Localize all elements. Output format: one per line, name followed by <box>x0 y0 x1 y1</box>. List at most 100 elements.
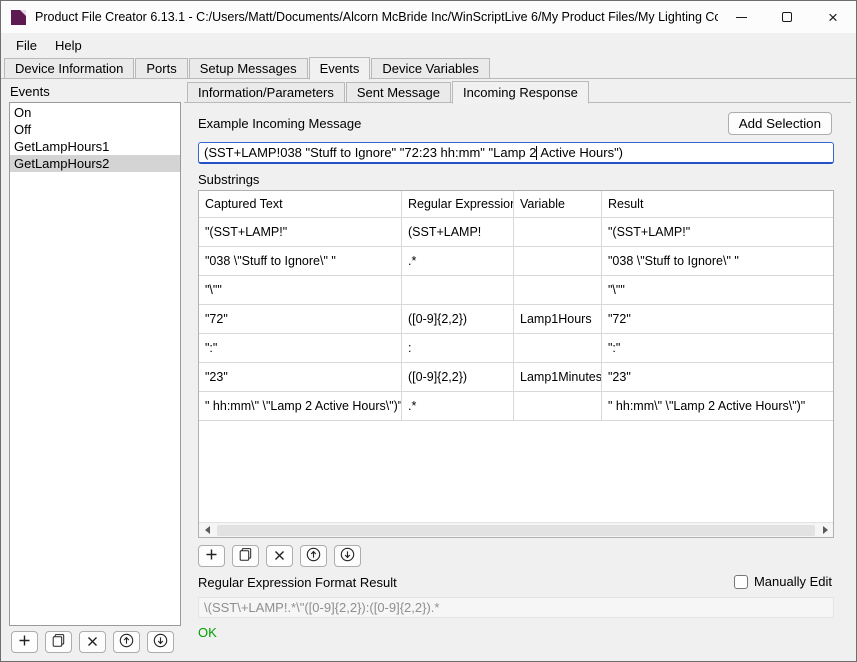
table-empty-area <box>199 421 833 522</box>
header-variable: Variable <box>514 191 602 217</box>
events-toolbar <box>11 631 174 653</box>
header-regular-expression: Regular Expression <box>402 191 514 217</box>
cell-regular-expression[interactable]: .* <box>402 392 514 420</box>
scrollbar-thumb[interactable] <box>217 525 815 536</box>
table-row[interactable]: ":" : ":" <box>199 334 833 363</box>
add-selection-button[interactable]: Add Selection <box>728 112 832 135</box>
cell-result[interactable]: "72" <box>602 305 833 333</box>
cell-captured-text[interactable]: ":" <box>199 334 402 362</box>
maximize-button[interactable] <box>764 1 810 33</box>
cell-variable[interactable] <box>514 276 602 304</box>
scroll-right-button[interactable] <box>817 523 833 538</box>
table-row[interactable]: "(SST+LAMP!" (SST+LAMP! "(SST+LAMP!" <box>199 218 833 247</box>
cell-captured-text[interactable]: " hh:mm\" \"Lamp 2 Active Hours\")" <box>199 392 402 420</box>
cell-captured-text[interactable]: "038 \"Stuff to Ignore\" " <box>199 247 402 275</box>
header-captured-text: Captured Text <box>199 191 402 217</box>
cell-regular-expression[interactable]: (SST+LAMP! <box>402 218 514 246</box>
triangle-left-icon <box>205 526 210 534</box>
cell-variable[interactable] <box>514 218 602 246</box>
cell-result[interactable]: ":" <box>602 334 833 362</box>
add-substring-button[interactable] <box>198 545 225 567</box>
table-header-row: Captured Text Regular Expression Variabl… <box>199 191 833 218</box>
list-item-off[interactable]: Off <box>10 121 180 138</box>
cell-captured-text[interactable]: "(SST+LAMP!" <box>199 218 402 246</box>
list-item-getlamphours2[interactable]: GetLampHours2 <box>10 155 180 172</box>
cell-regular-expression[interactable] <box>402 276 514 304</box>
minimize-button[interactable] <box>718 1 764 33</box>
list-item-on[interactable]: On <box>10 104 180 121</box>
move-substring-down-button[interactable] <box>334 545 361 567</box>
move-event-down-button[interactable] <box>147 631 174 653</box>
delete-icon <box>87 635 98 650</box>
tab-information-parameters[interactable]: Information/Parameters <box>187 82 345 103</box>
scroll-left-button[interactable] <box>199 523 215 538</box>
tab-setup-messages[interactable]: Setup Messages <box>189 58 308 79</box>
delete-icon <box>274 549 285 564</box>
events-list[interactable]: On Off GetLampHours1 GetLampHours2 <box>9 102 181 626</box>
menu-file[interactable]: File <box>7 35 46 56</box>
cell-result[interactable]: "(SST+LAMP!" <box>602 218 833 246</box>
example-incoming-message-input[interactable]: (SST+LAMP!038 "Stuff to Ignore" "72:23 h… <box>198 142 834 164</box>
tab-ports[interactable]: Ports <box>135 58 187 79</box>
close-button[interactable]: × <box>810 1 856 33</box>
cell-result[interactable]: "\"" <box>602 276 833 304</box>
substrings-toolbar <box>198 545 361 567</box>
menubar: File Help <box>1 33 856 57</box>
window-title: Product File Creator 6.13.1 - C:/Users/M… <box>35 10 718 24</box>
table-row[interactable]: "23" ([0-9]{2,2}) Lamp1Minutes "23" <box>199 363 833 392</box>
tab-device-information[interactable]: Device Information <box>4 58 134 79</box>
maximize-icon <box>782 12 792 22</box>
table-row[interactable]: "72" ([0-9]{2,2}) Lamp1Hours "72" <box>199 305 833 334</box>
arrow-up-circle-icon <box>119 633 134 651</box>
cell-result[interactable]: "038 \"Stuff to Ignore\" " <box>602 247 833 275</box>
duplicate-substring-button[interactable] <box>232 545 259 567</box>
cell-regular-expression[interactable]: : <box>402 334 514 362</box>
cell-variable[interactable] <box>514 247 602 275</box>
minimize-icon <box>736 17 747 18</box>
manually-edit-checkbox[interactable] <box>734 575 748 589</box>
delete-event-button[interactable] <box>79 631 106 653</box>
cell-variable[interactable] <box>514 392 602 420</box>
cell-variable[interactable]: Lamp1Hours <box>514 305 602 333</box>
table-row[interactable]: "038 \"Stuff to Ignore\" " .* "038 \"Stu… <box>199 247 833 276</box>
cell-result[interactable]: "23" <box>602 363 833 391</box>
move-event-up-button[interactable] <box>113 631 140 653</box>
list-item-getlamphours1[interactable]: GetLampHours1 <box>10 138 180 155</box>
regex-format-result-label: Regular Expression Format Result <box>198 575 397 591</box>
table-row[interactable]: "\"" "\"" <box>199 276 833 305</box>
tab-incoming-response[interactable]: Incoming Response <box>452 81 589 104</box>
menu-help[interactable]: Help <box>46 35 91 56</box>
duplicate-event-button[interactable] <box>45 631 72 653</box>
tab-events[interactable]: Events <box>309 57 371 80</box>
response-tab-bar: Information/Parameters Sent Message Inco… <box>187 81 590 103</box>
cell-captured-text[interactable]: "72" <box>199 305 402 333</box>
cell-variable[interactable]: Lamp1Minutes <box>514 363 602 391</box>
horizontal-scrollbar[interactable] <box>199 522 833 537</box>
cell-variable[interactable] <box>514 334 602 362</box>
cell-result[interactable]: " hh:mm\" \"Lamp 2 Active Hours\")" <box>602 392 833 420</box>
cell-regular-expression[interactable]: ([0-9]{2,2}) <box>402 305 514 333</box>
input-text-after-caret: Active Hours") <box>537 145 623 160</box>
move-substring-up-button[interactable] <box>300 545 327 567</box>
app-icon <box>11 10 26 25</box>
regex-format-result-field: \(SST\+LAMP!.*\"([0-9]{2,2}):([0-9]{2,2}… <box>198 597 834 618</box>
example-incoming-message-label: Example Incoming Message <box>198 116 361 132</box>
table-row[interactable]: " hh:mm\" \"Lamp 2 Active Hours\")" .* "… <box>199 392 833 421</box>
cell-regular-expression[interactable]: ([0-9]{2,2}) <box>402 363 514 391</box>
close-icon: × <box>828 9 838 26</box>
copy-icon <box>239 548 252 564</box>
main-tab-bar: Device Information Ports Setup Messages … <box>4 57 491 79</box>
add-event-button[interactable] <box>11 631 38 653</box>
titlebar: Product File Creator 6.13.1 - C:/Users/M… <box>1 1 856 33</box>
cell-regular-expression[interactable]: .* <box>402 247 514 275</box>
cell-captured-text[interactable]: "\"" <box>199 276 402 304</box>
substrings-table: Captured Text Regular Expression Variabl… <box>198 190 834 538</box>
tab-sent-message[interactable]: Sent Message <box>346 82 451 103</box>
cell-captured-text[interactable]: "23" <box>199 363 402 391</box>
header-result: Result <box>602 191 833 217</box>
substrings-label: Substrings <box>198 172 259 188</box>
tab-device-variables[interactable]: Device Variables <box>371 58 490 79</box>
manually-edit-control[interactable]: Manually Edit <box>734 574 832 589</box>
delete-substring-button[interactable] <box>266 545 293 567</box>
events-panel-label: Events <box>10 84 50 99</box>
